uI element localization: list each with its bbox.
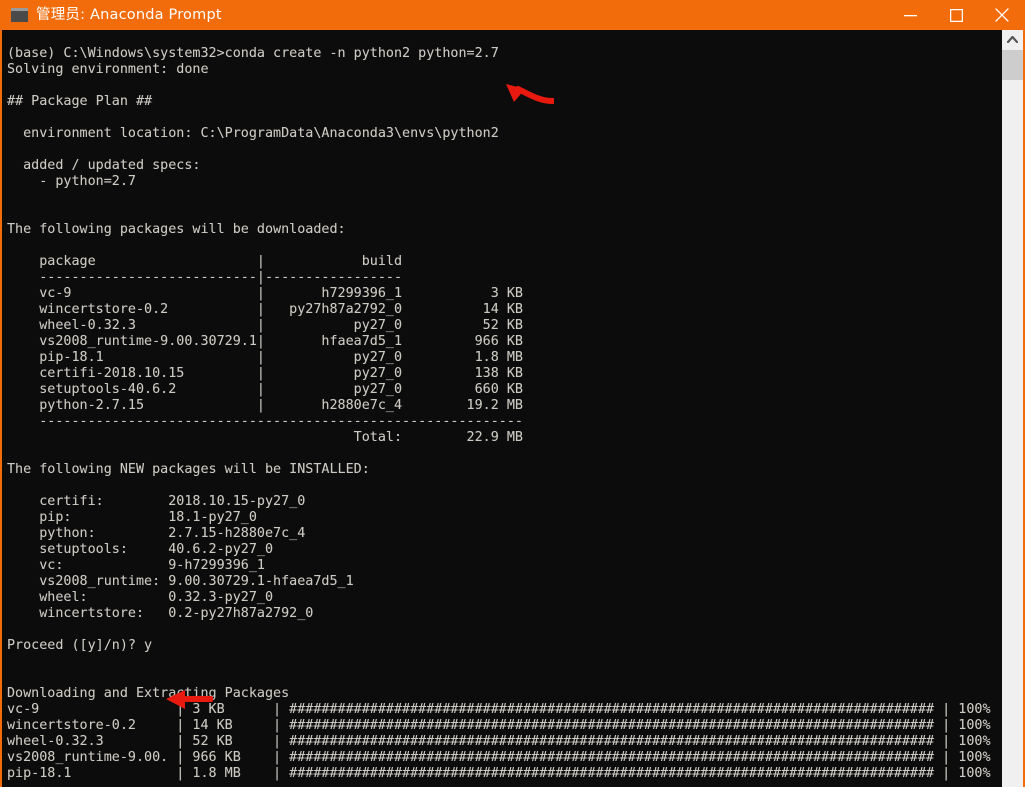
close-button[interactable] xyxy=(979,0,1025,30)
minimize-button[interactable] xyxy=(887,0,933,30)
title-bar-left: 管理员: Anaconda Prompt xyxy=(0,0,887,30)
maximize-icon xyxy=(949,8,963,22)
maximize-button[interactable] xyxy=(933,0,979,30)
chevron-up-icon xyxy=(1007,36,1018,43)
title-bar[interactable]: 管理员: Anaconda Prompt xyxy=(0,0,1025,30)
scrollbar-up-button[interactable] xyxy=(1002,30,1023,49)
scrollbar-thumb[interactable] xyxy=(1002,50,1023,80)
anaconda-prompt-window: 管理员: Anaconda Prompt (base) C:\Windows\s… xyxy=(0,0,1025,787)
terminal-text: (base) C:\Windows\system32>conda create … xyxy=(7,46,991,781)
window-title: 管理员: Anaconda Prompt xyxy=(36,7,222,23)
vertical-scrollbar[interactable] xyxy=(1002,30,1023,787)
minimize-icon xyxy=(903,14,917,16)
terminal-output-area[interactable]: (base) C:\Windows\system32>conda create … xyxy=(2,30,1002,787)
console-icon xyxy=(11,8,28,22)
close-icon xyxy=(995,8,1009,22)
